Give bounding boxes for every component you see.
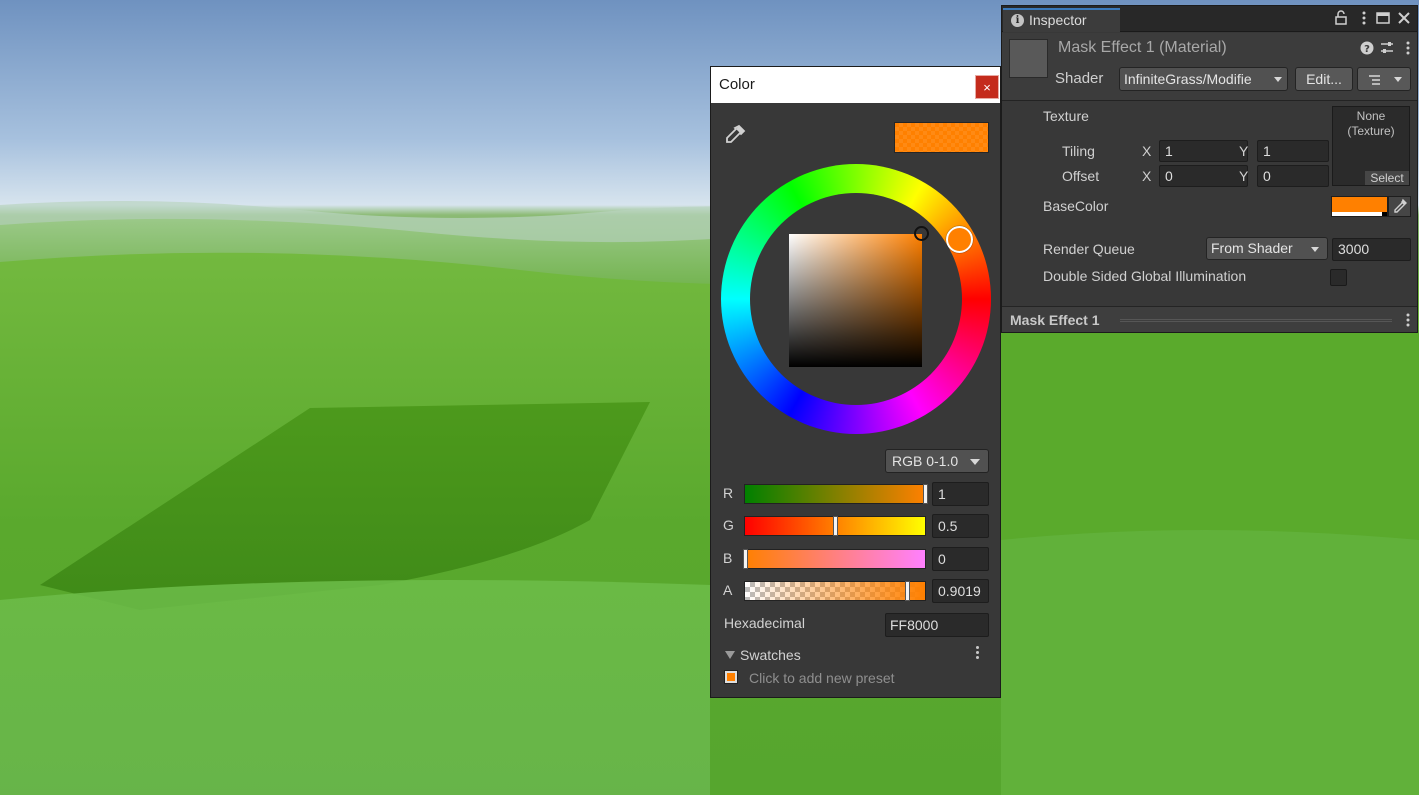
tiling-x-input[interactable]: 1	[1159, 140, 1248, 162]
render-queue-input[interactable]: 3000	[1332, 238, 1411, 261]
channel-label: G	[723, 517, 734, 533]
eyedropper-icon	[1394, 198, 1407, 213]
edit-shader-button[interactable]: Edit...	[1295, 67, 1353, 91]
channel-input-r[interactable]: 1	[932, 482, 989, 506]
tab-inspector[interactable]: i Inspector	[1003, 8, 1120, 32]
hex-input[interactable]: FF8000	[885, 613, 989, 637]
tiling-x-label: X	[1142, 143, 1152, 159]
tiling-label: Tiling	[1062, 143, 1095, 159]
list-icon	[1369, 75, 1380, 85]
channel-slider-g[interactable]	[744, 516, 926, 536]
shader-value: InfiniteGrass/Modifie	[1124, 71, 1252, 87]
chevron-down-icon	[970, 459, 980, 465]
slider-thumb[interactable]	[923, 484, 928, 504]
channel-row-b: B 0	[723, 547, 989, 571]
render-queue-mode: From Shader	[1211, 240, 1293, 256]
close-icon[interactable]	[1396, 10, 1412, 26]
tiling-y-input[interactable]: 1	[1257, 140, 1329, 162]
chevron-down-icon	[1394, 77, 1402, 82]
texture-label: Texture	[1043, 108, 1089, 124]
saturation-value-square[interactable]	[789, 234, 922, 367]
drag-handle[interactable]	[1120, 319, 1392, 322]
swatches-foldout[interactable]: Swatches	[725, 647, 801, 663]
inspector-tabbar: i Inspector	[1002, 6, 1417, 32]
chevron-down-icon	[1311, 247, 1319, 252]
help-icon[interactable]: ?	[1359, 40, 1375, 56]
material-header: Mask Effect 1 (Material) ? Shader Infini…	[1002, 33, 1417, 101]
color-picker-window[interactable]: Color × RGB 0-1.0 R 1 G 0.5 B 0 A 0.9019…	[710, 66, 1001, 698]
slider-thumb[interactable]	[833, 516, 838, 536]
inspector-window[interactable]: i Inspector Mask Effect 1 (Material) ? S…	[1001, 5, 1418, 333]
tab-label: Inspector	[1029, 12, 1087, 28]
material-title: Mask Effect 1 (Material)	[1058, 39, 1227, 56]
offset-y-input[interactable]: 0	[1257, 165, 1329, 187]
chevron-down-icon	[1274, 77, 1282, 82]
shader-label: Shader	[1055, 70, 1104, 87]
tiling-y-label: Y	[1239, 143, 1249, 159]
preset-sliders-icon[interactable]	[1379, 40, 1395, 56]
channel-label: B	[723, 550, 733, 566]
color-mode-dropdown[interactable]: RGB 0-1.0	[885, 449, 989, 473]
material-preview-header[interactable]: Mask Effect 1	[1002, 306, 1417, 332]
close-button[interactable]: ×	[975, 75, 999, 99]
channel-slider-r[interactable]	[744, 484, 928, 504]
dsgi-checkbox[interactable]	[1330, 269, 1347, 286]
channel-slider-b[interactable]	[743, 549, 926, 569]
svg-text:?: ?	[1364, 44, 1370, 55]
color-picker-titlebar[interactable]: Color ×	[711, 67, 1000, 103]
shader-dropdown[interactable]: InfiniteGrass/Modifie	[1119, 67, 1288, 91]
material-preview-thumbnail	[1009, 39, 1048, 78]
swatch-preset[interactable]	[724, 670, 738, 684]
slider-thumb[interactable]	[905, 581, 911, 601]
channel-label: A	[723, 582, 733, 598]
saturation-value-handle[interactable]	[914, 226, 929, 241]
channel-row-a: A 0.9019	[723, 579, 989, 603]
texture-select-button[interactable]: Select	[1365, 171, 1409, 185]
offset-label: Offset	[1062, 168, 1100, 184]
list-options-button[interactable]	[1357, 67, 1411, 91]
maximize-icon[interactable]	[1375, 10, 1391, 26]
channel-label: R	[723, 485, 734, 501]
offset-x-label: X	[1142, 168, 1152, 184]
basecolor-eyedropper-button[interactable]	[1388, 196, 1411, 217]
kebab-menu-icon[interactable]	[1356, 10, 1372, 26]
hue-handle[interactable]	[946, 226, 973, 253]
kebab-menu-icon[interactable]	[1400, 40, 1416, 56]
channel-input-b[interactable]: 0	[932, 547, 989, 571]
basecolor-label: BaseColor	[1043, 198, 1109, 214]
color-picker-title: Color	[719, 76, 755, 93]
info-icon: i	[1011, 14, 1024, 27]
channel-input-a[interactable]: 0.9019	[932, 579, 989, 603]
color-preview-swatch[interactable]	[894, 122, 989, 153]
offset-x-input[interactable]: 0	[1159, 165, 1248, 187]
alpha-bar-remainder	[1381, 212, 1387, 216]
eyedropper-icon[interactable]	[723, 123, 747, 147]
render-queue-label: Render Queue	[1043, 241, 1135, 257]
offset-y-label: Y	[1239, 168, 1249, 184]
basecolor-field[interactable]	[1331, 196, 1388, 217]
alpha-bar	[1332, 212, 1382, 216]
triangle-down-icon	[725, 651, 735, 659]
channel-row-r: R 1	[723, 482, 989, 506]
material-preview-title: Mask Effect 1	[1010, 312, 1100, 328]
texture-none-label: None (Texture)	[1347, 109, 1395, 138]
dsgi-label: Double Sided Global Illumination	[1043, 268, 1247, 284]
color-mode-value: RGB 0-1.0	[892, 453, 959, 469]
hex-label: Hexadecimal	[724, 615, 805, 631]
swatches-label: Swatches	[740, 647, 801, 663]
kebab-menu-icon[interactable]	[1404, 312, 1412, 328]
channel-input-g[interactable]: 0.5	[932, 514, 989, 538]
kebab-menu-icon[interactable]	[973, 645, 981, 661]
slider-thumb[interactable]	[743, 549, 748, 569]
lock-icon[interactable]	[1333, 10, 1349, 26]
render-queue-dropdown[interactable]: From Shader	[1206, 237, 1328, 260]
texture-slot[interactable]: None (Texture) Select	[1332, 106, 1410, 186]
add-preset-link[interactable]: Click to add new preset	[749, 670, 895, 686]
channel-row-g: G 0.5	[723, 514, 989, 538]
channel-slider-a[interactable]	[744, 581, 926, 601]
